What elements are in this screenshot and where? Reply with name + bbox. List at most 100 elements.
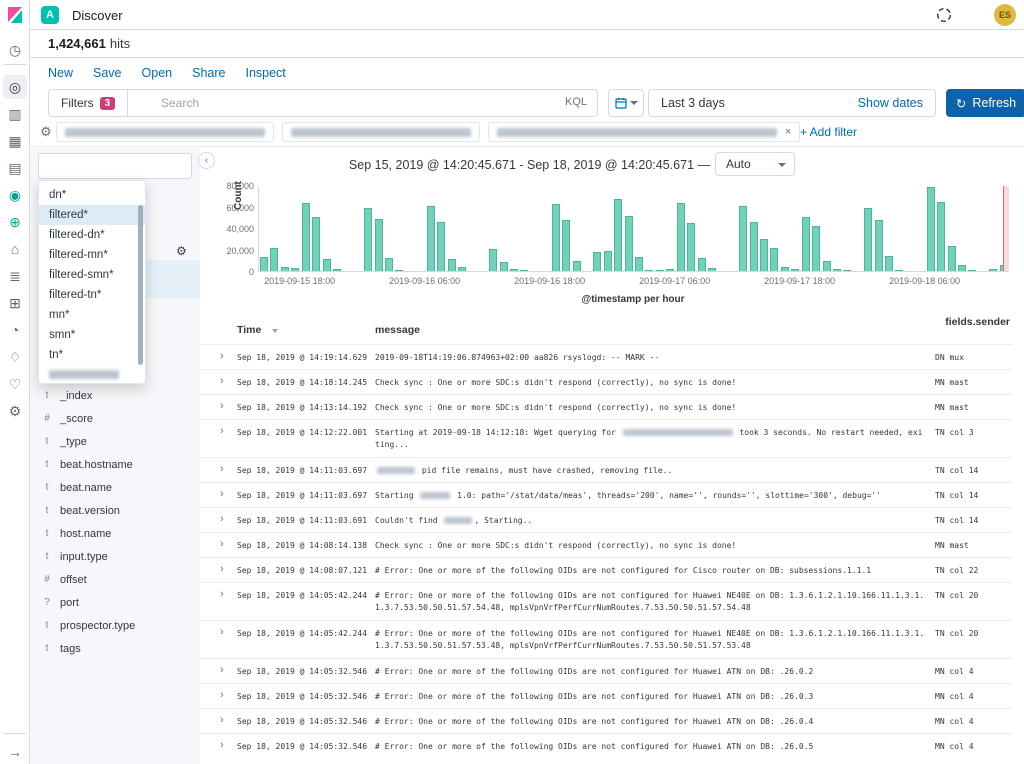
histogram-bar[interactable] <box>604 251 612 271</box>
infrastructure-icon[interactable]: ⌂ <box>3 237 27 261</box>
field-item-beat.version[interactable]: tbeat.version <box>42 499 198 522</box>
index-pattern-option[interactable]: filtered* <box>39 205 145 225</box>
histogram-bar[interactable] <box>520 270 528 271</box>
expand-row-icon[interactable]: › <box>220 351 224 362</box>
filter-pill[interactable] <box>56 122 274 142</box>
histogram-bar[interactable] <box>812 226 820 271</box>
histogram-bar[interactable] <box>687 223 695 271</box>
apm-icon[interactable]: ⊞ <box>3 291 27 315</box>
menu-link-save[interactable]: Save <box>93 66 122 80</box>
histogram-bar[interactable] <box>562 220 570 271</box>
expand-row-icon[interactable]: › <box>220 401 224 412</box>
field-item-_index[interactable]: t_index <box>42 384 198 407</box>
histogram-bar[interactable] <box>739 206 747 271</box>
field-settings-gear-icon[interactable]: ⚙ <box>176 244 187 258</box>
expand-row-icon[interactable]: › <box>220 564 224 575</box>
histogram-plot[interactable] <box>258 186 1008 272</box>
index-pattern-option[interactable]: smn* <box>39 325 145 345</box>
histogram-bar[interactable] <box>791 269 799 271</box>
expand-row-icon[interactable]: › <box>220 376 224 387</box>
histogram-bar[interactable] <box>770 248 778 271</box>
table-row[interactable]: ›Sep 18, 2019 @ 14:05:32.546# Error: One… <box>200 708 1012 733</box>
expand-row-icon[interactable]: › <box>220 514 224 525</box>
remove-filter-icon[interactable]: × <box>785 126 791 138</box>
histogram-bar[interactable] <box>937 202 945 271</box>
histogram-bar[interactable] <box>614 199 622 271</box>
histogram-bar[interactable] <box>395 270 403 271</box>
histogram-bar[interactable] <box>750 222 758 271</box>
histogram-bar[interactable] <box>448 259 456 271</box>
kql-toggle[interactable]: KQL <box>565 96 587 108</box>
field-item-prospector.type[interactable]: tprospector.type <box>42 614 198 637</box>
help-icon[interactable] <box>936 7 952 23</box>
add-filter-link[interactable]: + Add filter <box>800 125 857 139</box>
interval-select[interactable]: Auto <box>715 152 795 176</box>
index-pattern-option[interactable] <box>39 365 145 384</box>
field-item-_type[interactable]: t_type <box>42 430 198 453</box>
table-row[interactable]: ›Sep 18, 2019 @ 14:05:42.244# Error: One… <box>200 620 1012 658</box>
histogram-bar[interactable] <box>864 208 872 271</box>
histogram-bar[interactable] <box>625 216 633 271</box>
histogram-bar[interactable] <box>875 220 883 271</box>
expand-row-icon[interactable]: › <box>220 589 224 600</box>
date-picker-button[interactable] <box>608 89 644 117</box>
histogram-bar[interactable] <box>270 248 278 271</box>
histogram-bar[interactable] <box>708 268 716 271</box>
table-row[interactable]: ›Sep 18, 2019 @ 14:08:07.121# Error: One… <box>200 557 1012 582</box>
menu-link-share[interactable]: Share <box>192 66 225 80</box>
histogram-bar[interactable] <box>489 249 497 271</box>
collapse-sidebar-button[interactable]: ‹ <box>198 152 215 169</box>
table-row[interactable]: ›Sep 18, 2019 @ 14:08:14.138Check sync :… <box>200 532 1012 557</box>
expand-row-icon[interactable]: › <box>220 464 224 475</box>
filter-pill[interactable]: × <box>488 122 800 142</box>
column-header-time[interactable]: Time <box>237 324 261 336</box>
field-item-beat.name[interactable]: tbeat.name <box>42 476 198 499</box>
histogram-bar[interactable] <box>645 270 653 271</box>
histogram-bar[interactable] <box>427 206 435 271</box>
filter-pill[interactable] <box>282 122 480 142</box>
field-item-input.type[interactable]: tinput.type <box>42 545 198 568</box>
table-row[interactable]: ›Sep 18, 2019 @ 14:19:14.6292019-09-18T1… <box>200 344 1012 369</box>
management-icon[interactable]: ⚙ <box>3 399 27 423</box>
expand-nav-icon[interactable]: → <box>3 740 27 764</box>
histogram-bar[interactable] <box>833 269 841 271</box>
filters-button[interactable]: Filters 3 <box>49 90 128 116</box>
expand-row-icon[interactable]: › <box>220 690 224 701</box>
index-pattern-option[interactable]: tn* <box>39 345 145 365</box>
index-pattern-option[interactable]: filtered-tn* <box>39 285 145 305</box>
refresh-button[interactable]: ↻ Refresh <box>946 89 1024 117</box>
histogram-bar[interactable] <box>291 268 299 271</box>
monitoring-icon[interactable]: ♡ <box>3 372 27 396</box>
visualize-icon[interactable]: ▥ <box>3 102 27 126</box>
histogram-bar[interactable] <box>573 261 581 271</box>
histogram-bar[interactable] <box>666 269 674 271</box>
table-row[interactable]: ›Sep 18, 2019 @ 14:05:32.546# Error: One… <box>200 683 1012 708</box>
maps-icon[interactable]: ◉ <box>3 183 27 207</box>
histogram-bar[interactable] <box>281 267 289 271</box>
expand-row-icon[interactable]: › <box>220 426 224 437</box>
expand-row-icon[interactable]: › <box>220 539 224 550</box>
table-row[interactable]: ›Sep 18, 2019 @ 14:11:03.691Couldn't fin… <box>200 507 1012 532</box>
field-item-offset[interactable]: #offset <box>42 568 198 591</box>
menu-link-open[interactable]: Open <box>142 66 173 80</box>
dashboard-icon[interactable]: ▦ <box>3 129 27 153</box>
field-item-_score[interactable]: #_score <box>42 407 198 430</box>
histogram-bar[interactable] <box>552 204 560 271</box>
space-badge[interactable]: A <box>41 6 59 24</box>
histogram-bar[interactable] <box>500 262 508 271</box>
menu-link-inspect[interactable]: Inspect <box>245 66 285 80</box>
sort-arrow-icon[interactable] <box>272 329 278 333</box>
histogram-bar[interactable] <box>989 269 997 271</box>
avatar[interactable]: ES <box>994 4 1016 26</box>
histogram-bar[interactable] <box>958 265 966 271</box>
discover-icon[interactable]: ◎ <box>3 75 27 99</box>
machine-learning-icon[interactable]: ⊕ <box>3 210 27 234</box>
table-row[interactable]: ›Sep 18, 2019 @ 14:05:32.546# Error: One… <box>200 658 1012 683</box>
histogram-bar[interactable] <box>458 267 466 271</box>
index-pattern-input[interactable] <box>38 153 192 179</box>
histogram-bar[interactable] <box>895 270 903 271</box>
index-pattern-option[interactable]: mn* <box>39 305 145 325</box>
canvas-icon[interactable]: ▤ <box>3 156 27 180</box>
histogram-bar[interactable] <box>323 259 331 271</box>
histogram-bar[interactable] <box>760 239 768 271</box>
